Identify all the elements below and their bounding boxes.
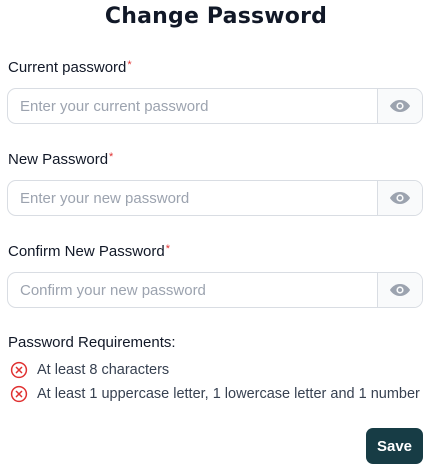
confirm-password-visibility-toggle[interactable] <box>377 273 422 307</box>
new-password-label-text: New Password <box>8 151 109 168</box>
confirm-password-field-group <box>7 272 423 308</box>
page-title: Change Password <box>104 4 328 29</box>
requirement-text: At least 1 uppercase letter, 1 lowercase… <box>37 386 420 402</box>
x-circle-icon <box>10 361 28 379</box>
required-star: * <box>165 243 170 255</box>
requirement-item: At least 8 characters <box>10 361 169 379</box>
requirement-text: At least 8 characters <box>37 362 170 378</box>
new-password-input[interactable] <box>8 181 378 215</box>
current-password-label: Current password* <box>8 59 132 77</box>
requirements-title: Password Requirements: <box>8 334 176 351</box>
new-password-visibility-toggle[interactable] <box>377 181 422 215</box>
requirement-item: At least 1 uppercase letter, 1 lowercase… <box>10 385 420 403</box>
confirm-password-label-text: Confirm New Password <box>8 243 165 260</box>
required-star: * <box>127 59 132 71</box>
required-star: * <box>109 151 114 163</box>
confirm-password-input[interactable] <box>8 273 378 307</box>
x-circle-icon <box>10 385 28 403</box>
current-password-visibility-toggle[interactable] <box>377 89 422 123</box>
eye-icon <box>390 100 410 112</box>
current-password-field-group <box>7 88 423 124</box>
eye-icon <box>390 192 410 204</box>
eye-icon <box>390 284 410 296</box>
save-button[interactable]: Save <box>366 428 423 464</box>
confirm-password-label: Confirm New Password* <box>8 243 170 261</box>
new-password-field-group <box>7 180 423 216</box>
current-password-input[interactable] <box>8 89 378 123</box>
current-password-label-text: Current password <box>8 59 127 76</box>
new-password-label: New Password* <box>8 151 113 169</box>
